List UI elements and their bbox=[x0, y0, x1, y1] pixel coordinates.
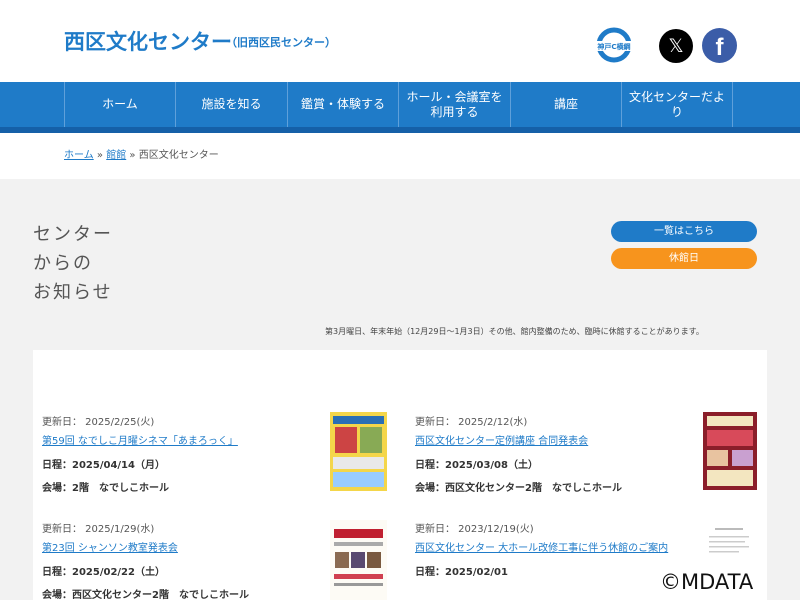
chanson-poster-thumbnail[interactable] bbox=[330, 520, 387, 600]
recital-poster-image bbox=[703, 412, 757, 490]
news-updated: 更新日： 2025/1/29(水) bbox=[42, 524, 155, 535]
breadcrumb: ホーム » 館館 » 西区文化センター bbox=[64, 146, 219, 161]
notice-document-thumbnail[interactable] bbox=[703, 524, 757, 570]
news-card: 更新日： 2023/12/19(火) 西区文化センター 大ホール改修工事に伴う休… bbox=[415, 520, 695, 578]
news-title-link[interactable]: 第23回 シャンソン教室発表会 bbox=[42, 542, 322, 555]
nav-item-facilities[interactable]: 施設を知る bbox=[175, 82, 287, 127]
breadcrumb-home[interactable]: ホーム bbox=[64, 150, 94, 161]
news-date: 日程：2025/02/22（土） bbox=[42, 567, 165, 578]
news-heading-line: お知らせ bbox=[33, 282, 113, 303]
movie-poster-thumbnail[interactable] bbox=[330, 412, 387, 491]
news-venue: 会場：西区文化センター2階 なでしこホール bbox=[42, 590, 249, 600]
closed-days-note: 第3月曜日、年末年始（12月29日〜1月3日）その他、館内整備のため、臨時に休館… bbox=[325, 327, 704, 336]
breadcrumb-current: 西区文化センター bbox=[138, 150, 219, 161]
chanson-poster-image bbox=[330, 520, 387, 600]
breadcrumb-separator: » bbox=[129, 150, 136, 161]
nav-item-courses[interactable]: 講座 bbox=[510, 82, 621, 127]
nav-item-experience[interactable]: 鑑賞・体験する bbox=[287, 82, 398, 127]
news-venue: 会場：2階 なでしこホール bbox=[42, 483, 169, 494]
copyright-watermark: ©MDATA bbox=[660, 570, 754, 594]
news-updated: 更新日： 2025/2/25(火) bbox=[42, 417, 155, 428]
news-updated: 更新日： 2023/12/19(火) bbox=[415, 524, 534, 535]
site-subtitle: （旧西区民センター） bbox=[226, 36, 336, 49]
news-updated: 更新日： 2025/2/12(水) bbox=[415, 417, 528, 428]
nav-item-hall-rental[interactable]: ホール・会議室を利用する bbox=[398, 82, 510, 127]
news-card: 更新日： 2025/2/25(火) 第59回 なでしこ月曜シネマ「あまろっく」 … bbox=[42, 413, 322, 494]
movie-poster-image bbox=[330, 412, 387, 491]
news-title-link[interactable]: 西区文化センター 大ホール改修工事に伴う休館のご案内 bbox=[415, 542, 695, 555]
nav-item-newsletter[interactable]: 文化センターだより bbox=[621, 82, 733, 127]
kobe-logo-icon[interactable]: 神戸C横綱 bbox=[593, 27, 635, 63]
notice-document-image bbox=[703, 524, 757, 570]
breadcrumb-facilities[interactable]: 館館 bbox=[106, 150, 126, 161]
news-date: 日程：2025/04/14（月） bbox=[42, 460, 165, 471]
view-all-button[interactable]: 一覧はこちら bbox=[611, 221, 757, 242]
news-heading: センター からの お知らせ bbox=[33, 220, 113, 307]
news-title-link[interactable]: 第59回 なでしこ月曜シネマ「あまろっく」 bbox=[42, 435, 322, 448]
news-card: 更新日： 2025/2/12(水) 西区文化センター定例講座 合同発表会 日程：… bbox=[415, 413, 695, 494]
news-venue: 会場：西区文化センター2階 なでしこホール bbox=[415, 483, 622, 494]
site-title[interactable]: 西区文化センター bbox=[64, 26, 232, 56]
kobe-logo-text: 神戸C横綱 bbox=[597, 42, 630, 51]
breadcrumb-separator: » bbox=[96, 150, 104, 161]
news-heading-line: センター bbox=[33, 224, 113, 245]
closed-days-button[interactable]: 休館日 bbox=[611, 248, 757, 269]
news-title-link[interactable]: 西区文化センター定例講座 合同発表会 bbox=[415, 435, 695, 448]
x-social-icon[interactable]: 𝕏 bbox=[659, 29, 693, 63]
facebook-icon[interactable]: f bbox=[702, 28, 737, 63]
nav-item-home[interactable]: ホーム bbox=[64, 82, 175, 127]
news-heading-line: からの bbox=[33, 253, 93, 274]
news-date: 日程：2025/03/08（土） bbox=[415, 460, 538, 471]
news-card: 更新日： 2025/1/29(水) 第23回 シャンソン教室発表会 日程：202… bbox=[42, 520, 322, 600]
news-date: 日程：2025/02/01 bbox=[415, 567, 508, 578]
recital-poster-thumbnail[interactable] bbox=[703, 412, 757, 490]
